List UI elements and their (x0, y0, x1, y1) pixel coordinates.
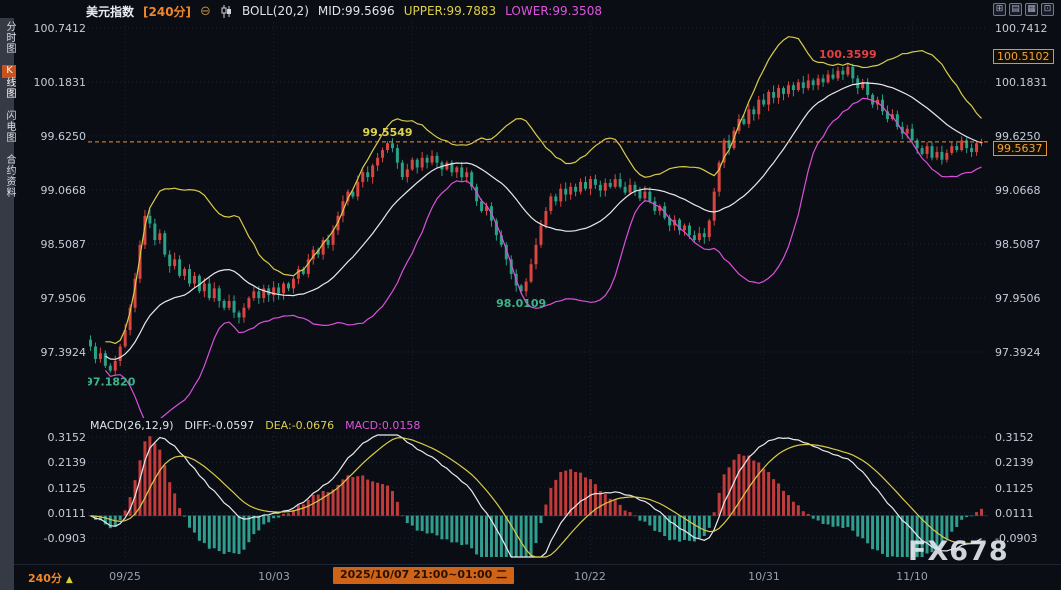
axis-label: 98.5087 (28, 238, 86, 251)
x-axis-date-label: 10/22 (570, 570, 610, 583)
last-price-badge: 99.5637 (993, 141, 1047, 156)
price-annotation: 97.1820 (88, 376, 136, 389)
price-annotation: 99.5549 (362, 126, 412, 139)
axis-label: 100.1831 (28, 76, 86, 89)
macd-indicator-bar: MACD(26,12,9) DIFF:-0.0597 DEA:-0.0676 M… (90, 419, 420, 432)
axis-label: 97.3924 (995, 346, 1053, 359)
price-annotation: 100.3599 (819, 48, 877, 61)
axis-label: 0.0111 (28, 507, 86, 520)
axis-label: 100.7412 (995, 22, 1053, 35)
timeframe-text: 240分 (28, 572, 62, 585)
sidebar-item-lightning[interactable]: 闪电图 (2, 110, 16, 143)
axis-label: 98.5087 (995, 238, 1053, 251)
axis-label: 0.3152 (995, 431, 1053, 444)
x-axis-date-label: 10/31 (744, 570, 784, 583)
boll-lower-value: LOWER:99.3508 (505, 4, 602, 18)
up-triangle-icon: ▲ (66, 575, 73, 585)
axis-label: 97.9506 (28, 292, 86, 305)
x-axis-date-label: 10/03 (254, 570, 294, 583)
axis-label: 0.2139 (995, 456, 1053, 469)
candlestick-chart[interactable]: 97.1820 99.5549 98.0109 100.3599 (88, 22, 988, 418)
fullscreen-icon[interactable]: ⊡ (1041, 3, 1054, 16)
macd-chart[interactable] (88, 432, 988, 560)
axis-label: 100.7412 (28, 22, 86, 35)
watermark: FX678 (908, 536, 1009, 567)
macd-hist-value: MACD:0.0158 (345, 419, 420, 432)
new-window-icon[interactable]: ⊞ (993, 3, 1006, 16)
topbar: 美元指数 [240分] ⊖ BOLL(20,2) MID:99.5696 UPP… (86, 3, 602, 19)
axis-label: 100.1831 (995, 76, 1053, 89)
high-price-badge: 100.5102 (993, 49, 1054, 64)
x-axis-date-label: 09/25 (105, 570, 145, 583)
window-layout-icons: ⊞ ▤ ▦ ⊡ (993, 3, 1054, 16)
candlestick-style-icon (220, 5, 233, 18)
axis-label: 97.9506 (995, 292, 1053, 305)
price-annotation: 98.0109 (496, 297, 546, 310)
collapse-icon[interactable]: ⊖ (200, 4, 211, 19)
sidebar-item-timeshare[interactable]: 分时图 (2, 21, 16, 54)
macd-dea-value: DEA:-0.0676 (265, 419, 334, 432)
axis-label: 0.1125 (28, 482, 86, 495)
crosshair-date-tooltip: 2025/10/07 21:00~01:00 二 (333, 567, 514, 584)
x-axis-date-label: 11/10 (892, 570, 932, 583)
boll-upper-value: UPPER:99.7883 (404, 4, 496, 18)
axis-label: 99.0668 (995, 184, 1053, 197)
period-label[interactable]: [240分] (143, 3, 191, 20)
axis-label: 99.0668 (28, 184, 86, 197)
boll-mid-value: MID:99.5696 (318, 4, 395, 18)
sidebar: 分时图 K线图 闪电图 合约资料 (0, 18, 14, 590)
axis-label: -0.0903 (28, 532, 86, 545)
axis-label: 0.2139 (28, 456, 86, 469)
list-layout-icon[interactable]: ▤ (1009, 3, 1022, 16)
axis-label: 0.1125 (995, 482, 1053, 495)
axis-label: 0.3152 (28, 431, 86, 444)
sidebar-item-contract-info[interactable]: 合约资料 (2, 154, 16, 198)
symbol-title: 美元指数 (86, 3, 134, 20)
macd-name[interactable]: MACD(26,12,9) (90, 419, 174, 432)
grid-layout-icon[interactable]: ▦ (1025, 3, 1038, 16)
trading-chart-app: 美元指数 [240分] ⊖ BOLL(20,2) MID:99.5696 UPP… (0, 0, 1061, 590)
timeframe-label[interactable]: 240分 ▲ (28, 570, 73, 586)
boll-indicator-label[interactable]: BOLL(20,2) (242, 4, 309, 18)
axis-label: 0.0111 (995, 507, 1053, 520)
macd-diff-value: DIFF:-0.0597 (185, 419, 255, 432)
sidebar-item-kline[interactable]: K线图 (2, 65, 16, 99)
axis-label: 97.3924 (28, 346, 86, 359)
axis-label: 99.6250 (28, 130, 86, 143)
